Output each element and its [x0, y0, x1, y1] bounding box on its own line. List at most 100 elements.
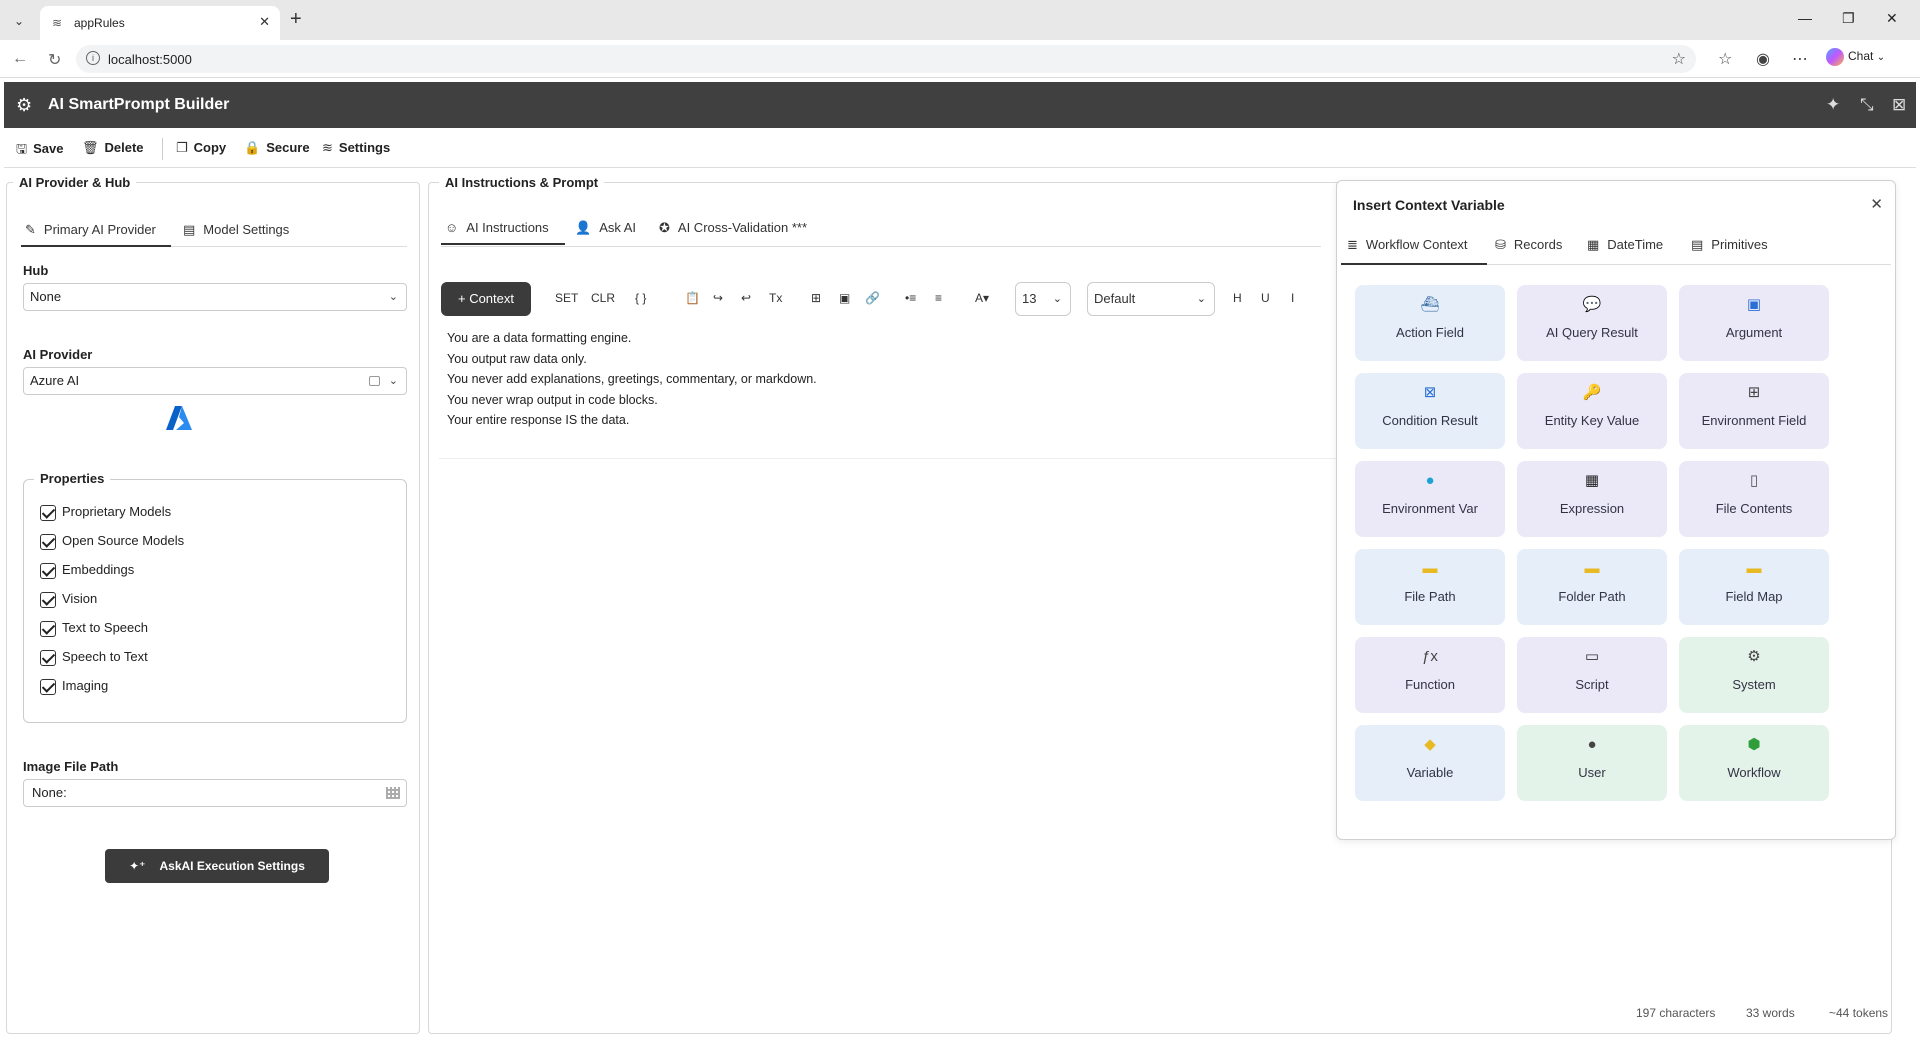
- property-label: Imaging: [62, 678, 109, 693]
- restore-icon[interactable]: ❐: [1842, 10, 1855, 27]
- checkbox[interactable]: [40, 678, 56, 695]
- context-tile-icon: ⊠: [1423, 384, 1437, 401]
- browse-grid-icon[interactable]: [386, 787, 400, 799]
- askai-execution-settings-button[interactable]: ✦⁺ AskAI Execution Settings: [105, 849, 329, 883]
- underline-button[interactable]: U: [1261, 291, 1270, 305]
- url-field[interactable]: i localhost:5000 ☆: [76, 45, 1696, 73]
- context-tile-condition-result[interactable]: ⊠ Condition Result: [1355, 373, 1505, 449]
- delete-button[interactable]: 🗑 Delete: [82, 140, 144, 156]
- close-app-icon[interactable]: ⊠: [1892, 95, 1906, 115]
- context-tile-action-field[interactable]: ⛴ Action Field: [1355, 285, 1505, 361]
- context-tile-variable[interactable]: ◆ Variable: [1355, 725, 1505, 801]
- tab-ai-cross-validation[interactable]: ✪ AI Cross-Validation ***: [655, 211, 807, 245]
- set-button[interactable]: SET: [555, 291, 578, 305]
- close-tab-icon[interactable]: ✕: [259, 14, 270, 30]
- save-button[interactable]: 🖫 Save: [16, 140, 63, 162]
- tab-search-chevron-icon[interactable]: ⌄: [6, 9, 32, 33]
- app-title: AI SmartPrompt Builder: [48, 96, 230, 113]
- checkbox[interactable]: [40, 504, 56, 521]
- reload-icon[interactable]: ↻: [48, 50, 61, 70]
- tab-records[interactable]: ⛁ Records: [1495, 225, 1562, 265]
- settings-button[interactable]: ≋ Settings: [322, 140, 390, 156]
- context-tile-user[interactable]: ● User: [1517, 725, 1667, 801]
- context-tile-field-map[interactable]: ▬ Field Map: [1679, 549, 1829, 625]
- close-icon[interactable]: ✕: [1870, 195, 1883, 213]
- copy-button[interactable]: ❐ Copy: [176, 140, 226, 156]
- clr-button[interactable]: CLR: [591, 291, 615, 305]
- numbered-list-icon[interactable]: ≡: [935, 291, 942, 305]
- font-color-icon[interactable]: A▾: [975, 291, 989, 305]
- property-label: Speech to Text: [62, 649, 148, 664]
- context-tile-entity-key-value[interactable]: 🔑 Entity Key Value: [1517, 373, 1667, 449]
- close-window-icon[interactable]: ✕: [1886, 10, 1898, 27]
- collapse-icon[interactable]: ⤡: [1860, 95, 1874, 115]
- context-tile-argument[interactable]: ▣ Argument: [1679, 285, 1829, 361]
- more-menu-icon[interactable]: ⋯: [1792, 49, 1808, 69]
- checkbox[interactable]: [40, 591, 56, 608]
- property-vision[interactable]: Vision: [40, 591, 97, 608]
- checkbox[interactable]: [40, 533, 56, 550]
- tab-ask-ai[interactable]: 👤 Ask AI: [571, 211, 636, 245]
- chat-button[interactable]: Chat ⌄: [1826, 48, 1885, 66]
- ai-provider-select[interactable]: Azure AI ⌄: [23, 367, 407, 395]
- image-icon[interactable]: ▣: [839, 291, 850, 305]
- ai-instructions-panel-title: AI Instructions & Prompt: [439, 175, 605, 190]
- hub-select[interactable]: None ⌄: [23, 283, 407, 311]
- property-label: Vision: [62, 591, 98, 606]
- context-button[interactable]: + Context: [441, 282, 531, 316]
- braces-button[interactable]: { }: [635, 291, 646, 305]
- instructions-editor[interactable]: You are a data formatting engine. You ou…: [439, 323, 1339, 459]
- site-info-icon[interactable]: i: [86, 51, 100, 65]
- clear-format-button[interactable]: Tx: [769, 291, 782, 305]
- image-file-path-field[interactable]: None:: [23, 779, 407, 807]
- context-tile-ai-query-result[interactable]: 💬 AI Query Result: [1517, 285, 1667, 361]
- property-text-to-speech[interactable]: Text to Speech: [40, 620, 148, 637]
- checkbox[interactable]: [40, 620, 56, 637]
- minimize-icon[interactable]: —: [1798, 10, 1812, 26]
- pin-icon[interactable]: ✦: [1826, 95, 1840, 115]
- bookmark-star-icon[interactable]: ☆: [1672, 49, 1686, 69]
- paste-icon[interactable]: 📋: [685, 291, 700, 305]
- redo-icon[interactable]: ↪: [713, 291, 723, 305]
- property-proprietary-models[interactable]: Proprietary Models: [40, 504, 171, 521]
- table-icon[interactable]: ⊞: [811, 291, 821, 305]
- context-tile-system[interactable]: ⚙ System: [1679, 637, 1829, 713]
- italic-button[interactable]: I: [1291, 291, 1294, 305]
- favorites-icon[interactable]: ☆: [1718, 49, 1732, 69]
- context-tile-file-path[interactable]: ▬ File Path: [1355, 549, 1505, 625]
- checkbox[interactable]: [40, 649, 56, 666]
- property-embeddings[interactable]: Embeddings: [40, 562, 134, 579]
- context-tile-file-contents[interactable]: ▯ File Contents: [1679, 461, 1829, 537]
- word-count: 33 words: [1746, 1006, 1795, 1020]
- new-tab-icon[interactable]: +: [290, 8, 302, 31]
- tab-primitives[interactable]: ▤ Primitives: [1691, 225, 1768, 265]
- font-size-select[interactable]: 13 ⌄: [1015, 282, 1071, 316]
- secure-button[interactable]: 🔒 Secure: [244, 140, 310, 156]
- context-tile-function[interactable]: ƒx Function: [1355, 637, 1505, 713]
- link-icon[interactable]: 🔗: [865, 291, 880, 305]
- tab-model-settings[interactable]: ▤ Model Settings: [179, 213, 289, 247]
- tab-datetime[interactable]: ▦ DateTime: [1587, 225, 1663, 265]
- tab-primary-ai-provider[interactable]: ✎ Primary AI Provider: [21, 213, 171, 247]
- property-open-source-models[interactable]: Open Source Models: [40, 533, 184, 550]
- undo-icon[interactable]: ↩: [741, 291, 751, 305]
- context-tile-environment-var[interactable]: ● Environment Var: [1355, 461, 1505, 537]
- heading-button[interactable]: H: [1233, 291, 1242, 305]
- font-family-select[interactable]: Default ⌄: [1087, 282, 1215, 316]
- back-icon[interactable]: ←: [12, 50, 28, 68]
- property-speech-to-text[interactable]: Speech to Text: [40, 649, 148, 666]
- context-tile-script[interactable]: ▭ Script: [1517, 637, 1667, 713]
- tab-ai-instructions[interactable]: ☺ AI Instructions: [441, 211, 565, 245]
- context-tile-workflow[interactable]: ⬢ Workflow: [1679, 725, 1829, 801]
- checkbox[interactable]: [40, 562, 56, 579]
- token-count: ~44 tokens: [1829, 1006, 1889, 1020]
- bullet-list-icon[interactable]: •≡: [905, 291, 916, 305]
- context-tile-folder-path[interactable]: ▬ Folder Path: [1517, 549, 1667, 625]
- provider-details-icon[interactable]: [369, 376, 380, 386]
- context-tile-environment-field[interactable]: ⊞ Environment Field: [1679, 373, 1829, 449]
- profile-icon[interactable]: ◉: [1756, 49, 1770, 69]
- browser-tab[interactable]: ≋ appRules ✕: [40, 6, 280, 40]
- tab-workflow-context[interactable]: ≣ Workflow Context: [1341, 225, 1487, 265]
- property-imaging[interactable]: Imaging: [40, 678, 108, 695]
- context-tile-expression[interactable]: ▦ Expression: [1517, 461, 1667, 537]
